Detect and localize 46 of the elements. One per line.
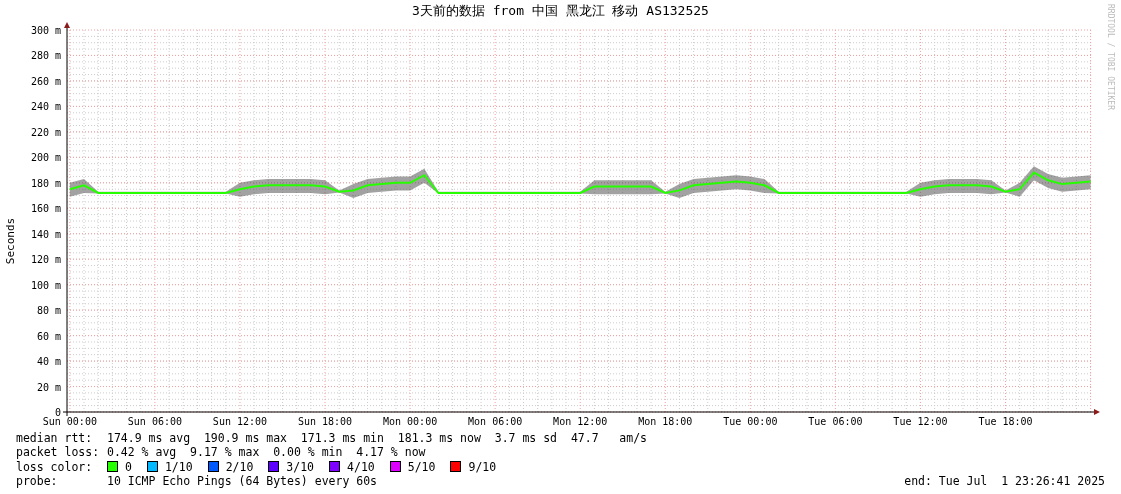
y-tick-label: 120 m (30, 254, 61, 266)
x-tick-label: Sun 00:00 (42, 416, 97, 427)
y-tick-label: 280 m (30, 50, 61, 62)
legend-label: probe: (16, 474, 59, 489)
legend-item-label: 0 (125, 459, 132, 474)
legend-item-label: 3/10 (286, 459, 315, 474)
y-tick-label: 220 m (30, 126, 61, 138)
x-tick-label: Tue 18:00 (978, 416, 1033, 427)
stat-text: 0.42 % avg 9.17 % max 0.00 % min 4.17 % now (107, 445, 427, 460)
x-tick-label: Tue 12:00 (893, 416, 948, 427)
y-tick-label: 100 m (30, 279, 61, 291)
legend-item-label: 5/10 (407, 459, 436, 474)
x-tick-label: Tue 06:00 (808, 416, 863, 427)
y-tick-label: 160 m (30, 203, 61, 215)
probe-text: 10 ICMP Echo Pings (64 Bytes) every 60s (107, 474, 379, 489)
legend-item-label: 2/10 (225, 459, 254, 474)
y-axis-label: Seconds (4, 217, 17, 265)
legend-item-label: 9/10 (468, 459, 497, 474)
legend-item-label: 4/10 (347, 459, 375, 474)
x-tick-label: Sun 12:00 (212, 416, 268, 427)
y-tick-label: 200 m (30, 152, 61, 164)
y-tick-label: 180 m (30, 177, 61, 189)
y-tick-label: 60 m (36, 330, 61, 342)
y-tick-label: 240 m (30, 101, 61, 113)
y-tick-label: 260 m (30, 75, 61, 87)
x-tick-label: Sun 18:00 (297, 416, 353, 427)
legend-label: median rtt: (16, 431, 94, 446)
y-tick-label: 80 m (36, 305, 61, 317)
x-tick-label: Mon 12:00 (553, 416, 608, 427)
stat-text: 174.9 ms avg 190.9 ms max 171.3 ms min 181.3 ms now 3.7 ms sd 47.7 am/s (107, 431, 649, 446)
x-tick-label: Mon 06:00 (468, 416, 523, 427)
chart-title: 3天前的数据 from 中国 黑龙江 移动 AS132525 (412, 2, 709, 20)
y-tick-label: 300 m (30, 25, 61, 36)
y-tick-label: 140 m (30, 228, 61, 240)
end-time: end: Tue Jul 1 23:26:41 2025 (904, 474, 1105, 489)
y-tick-label: 20 m (36, 381, 61, 393)
legend-label: loss color: (16, 459, 94, 474)
x-tick-label: Mon 18:00 (638, 416, 693, 427)
x-tick-label: Mon 00:00 (383, 416, 438, 427)
credit-text: RRDTOOL / TOBI OETIKER (1106, 4, 1115, 110)
legend-item-label: 1/10 (164, 459, 193, 474)
y-tick-label: 0 (54, 407, 61, 418)
legend-label: packet loss: (16, 445, 101, 460)
x-tick-label: Tue 00:00 (723, 416, 778, 427)
y-tick-label: 40 m (36, 356, 61, 368)
x-tick-label: Sun 06:00 (127, 416, 182, 427)
